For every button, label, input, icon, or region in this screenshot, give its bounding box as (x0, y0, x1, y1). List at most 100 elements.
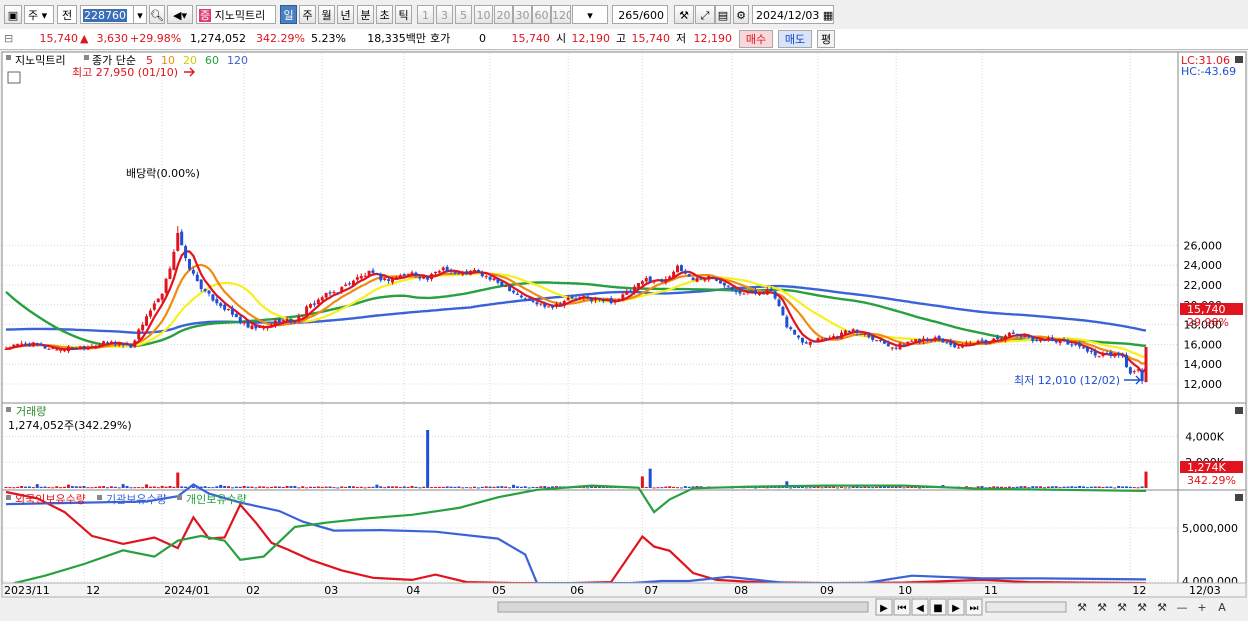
candle-body (527, 298, 531, 300)
date-input[interactable]: 2024/12/03 ▦ (752, 5, 834, 24)
candle-body (1144, 346, 1148, 383)
candle-body (94, 346, 98, 348)
candle-body (902, 344, 906, 346)
window-icon[interactable]: ▣ (4, 5, 22, 24)
candle-body (1011, 332, 1015, 334)
candle-body (976, 340, 980, 344)
buy-button[interactable]: 매수 (739, 30, 773, 48)
high-annotation: 최고 27,950 (01/10) (72, 66, 178, 79)
period-select[interactable]: 주 ▾ (24, 5, 54, 24)
code-dropdown-icon[interactable]: ▾ (133, 5, 147, 24)
candle-body (1132, 371, 1136, 373)
candle-body (1039, 339, 1043, 342)
volume-bar (445, 486, 449, 488)
candle-body (496, 278, 500, 283)
playback-button[interactable]: ⏮ (893, 598, 911, 616)
candle-body (47, 348, 51, 350)
candle-body (168, 268, 172, 279)
candle-body (871, 335, 875, 340)
volume-bar (59, 487, 63, 489)
volume-bar (1019, 486, 1023, 488)
calendar-icon[interactable]: ▦ (823, 9, 833, 22)
interval-3[interactable]: 3 (436, 5, 453, 24)
tab-day[interactable]: 일 (280, 5, 297, 24)
tab-year[interactable]: 년 (337, 5, 354, 24)
volume-bar (371, 486, 375, 488)
volume-bar (63, 486, 67, 488)
gear-icon[interactable]: ⚙ (733, 5, 749, 24)
candle-body (648, 276, 652, 283)
candle-body (215, 299, 219, 304)
candle-body (195, 274, 199, 282)
volume-bar (1121, 486, 1125, 488)
holdings-panel-bg (1, 489, 1179, 584)
volume-bar (24, 486, 28, 488)
volume-bar (1062, 486, 1066, 488)
volume-bar (164, 486, 168, 488)
volume-bar (230, 487, 234, 489)
interval-20[interactable]: 20 (494, 5, 513, 24)
volume-bar (1144, 471, 1148, 488)
tools-icon[interactable]: ⚒ (674, 5, 694, 24)
low-label: 저 (676, 32, 687, 45)
volume-bar (203, 486, 207, 488)
candle-body (324, 292, 328, 298)
candle-body (266, 326, 270, 329)
playback-icon: ⏭ (970, 603, 979, 614)
count-total: /600 (639, 9, 664, 22)
volume-bar (394, 486, 398, 488)
candle-body (617, 299, 621, 301)
stock-name-box[interactable]: 증 지노믹트리 (196, 5, 276, 24)
interval-10[interactable]: 10 (474, 5, 493, 24)
volume-bar (266, 487, 270, 489)
candle-body (227, 309, 231, 311)
volume-bar (1097, 486, 1101, 488)
interval-120[interactable]: 120 (551, 5, 571, 24)
candle-body (1007, 332, 1011, 336)
speaker-icon[interactable]: ◀▾ (167, 5, 193, 24)
candle-body (172, 251, 176, 270)
candle-body (410, 272, 414, 275)
playback-button[interactable]: ◀ (911, 598, 929, 616)
candle-body (941, 338, 945, 343)
custom-interval-select[interactable]: ▾ (572, 5, 608, 24)
volume-bar (820, 487, 824, 489)
volume-bar (918, 487, 922, 489)
candle-body (1082, 347, 1086, 349)
volume-bar (1132, 487, 1136, 489)
candle-body (625, 291, 629, 295)
candle-body (746, 292, 750, 294)
count-input[interactable]: 265/600 (612, 5, 668, 24)
tab-week[interactable]: 주 (299, 5, 316, 24)
volume-bar (836, 487, 840, 489)
stock-chart[interactable]: 12,00014,00016,00018,00020,00022,00024,0… (0, 50, 1248, 621)
candle-body (1066, 340, 1070, 345)
search-icon[interactable]: 🔍︎ (149, 5, 165, 24)
tree-icon[interactable]: ⊟ (4, 29, 18, 49)
playback-button[interactable]: ▶ (947, 598, 965, 616)
interval-1[interactable]: 1 (417, 5, 434, 24)
playback-button[interactable]: ■ (929, 598, 947, 616)
save-icon[interactable]: ▤ (715, 5, 731, 24)
tab-month[interactable]: 월 (318, 5, 335, 24)
eval-button[interactable]: 평 (817, 30, 835, 48)
interval-60[interactable]: 60 (532, 5, 551, 24)
tab-tick[interactable]: 틱 (395, 5, 412, 24)
playback-button[interactable]: ▶ (875, 598, 893, 616)
price-tick-label: 24,000 (1184, 259, 1223, 272)
candle-body (27, 344, 31, 347)
interval-5[interactable]: 5 (455, 5, 472, 24)
sell-button[interactable]: 매도 (778, 30, 812, 48)
expand-icon[interactable]: ⤢ (695, 5, 715, 24)
playback-button[interactable]: ⏭ (965, 598, 983, 616)
legend-period: 120 (227, 54, 248, 67)
prev-button[interactable]: 전 (57, 5, 77, 24)
tab-minute[interactable]: 분 (357, 5, 374, 24)
volume-bar (355, 486, 359, 488)
candle-body (121, 343, 125, 346)
candle-body (230, 308, 234, 315)
tab-second[interactable]: 초 (376, 5, 393, 24)
candle-body (1050, 337, 1054, 341)
interval-30[interactable]: 30 (513, 5, 532, 24)
x-axis-label: 03 (324, 584, 338, 597)
